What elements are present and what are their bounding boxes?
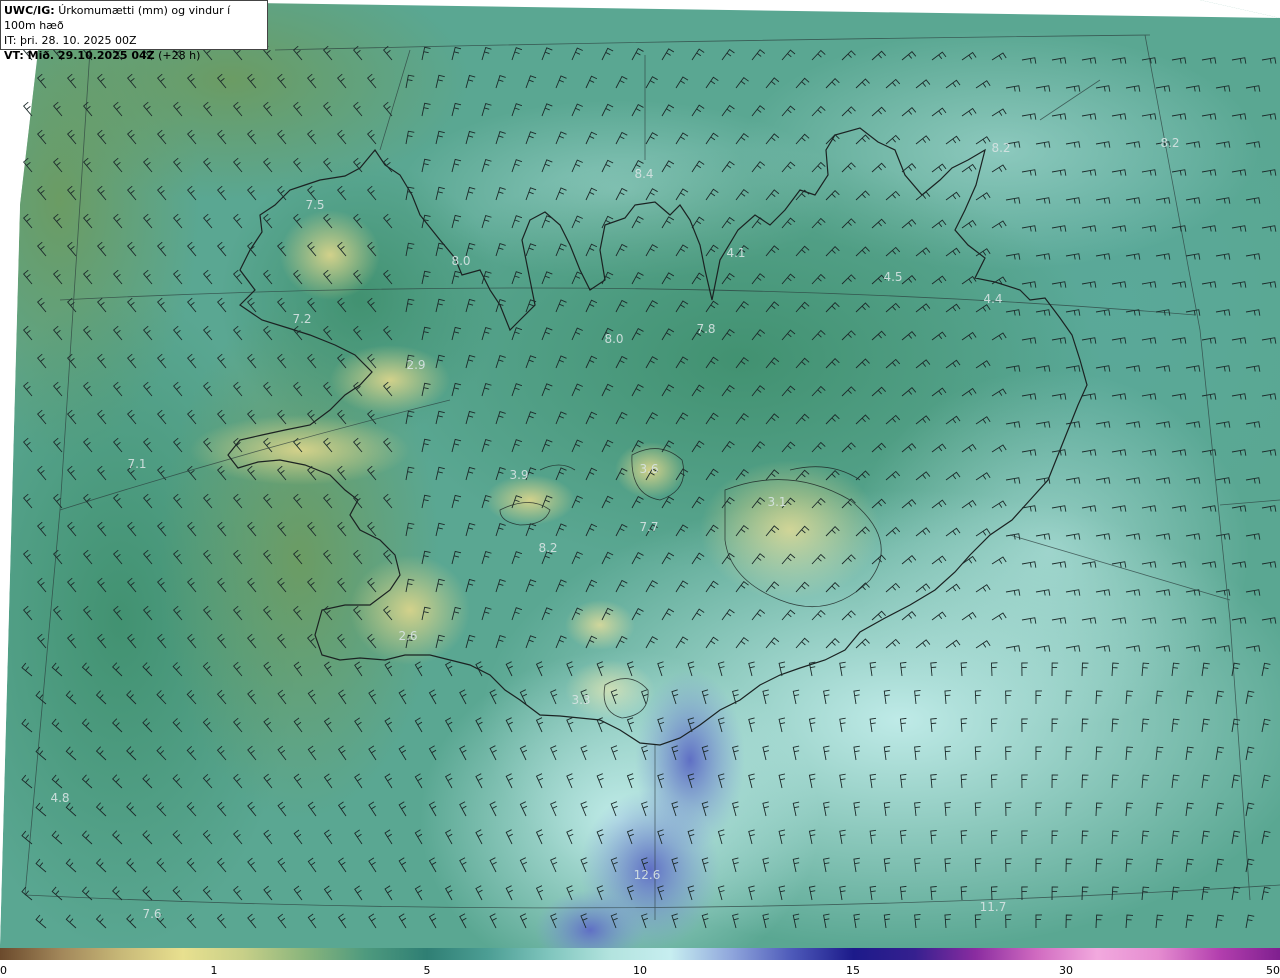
issue-time: IT: þri. 28. 10. 2025 00Z — [4, 34, 137, 47]
precip-value-label: 4.1 — [726, 246, 745, 260]
precip-value-label: 8.4 — [634, 167, 653, 181]
precip-value-label: 11.7 — [980, 900, 1007, 914]
colorbar-tick: 15 — [846, 964, 860, 977]
colorbar-strip — [0, 948, 1280, 960]
colorbar-tick: 5 — [423, 964, 431, 977]
precip-value-label: 3.6 — [639, 462, 658, 476]
precip-value-label: 4.5 — [883, 270, 902, 284]
precip-value-label: 3.9 — [509, 468, 528, 482]
precip-value-label: 7.2 — [292, 312, 311, 326]
precip-value-label: 7.8 — [696, 322, 715, 336]
valid-time: VT: Mið. 29.10.2025 04Z — [4, 49, 155, 62]
precip-value-label: 7.7 — [639, 520, 658, 534]
precip-value-label: 8.2 — [991, 141, 1010, 155]
wind-barb — [23, 101, 33, 117]
precip-value-label: 12.6 — [634, 868, 661, 882]
model-label: UWC/IG: — [4, 4, 55, 17]
precip-value-label: 2.9 — [406, 358, 425, 372]
precip-value-label: 8.2 — [538, 541, 557, 555]
precip-value-label: 4.4 — [983, 292, 1002, 306]
colorbar-tick: 10 — [633, 964, 647, 977]
precip-value-label: 8.0 — [451, 254, 470, 268]
colorbar-tick: 50 — [1266, 964, 1280, 977]
valid-time-line: VT: Mið. 29.10.2025 04Z (+28 h) — [4, 48, 264, 63]
precip-value-label: 3.3 — [571, 693, 590, 707]
colorbar-tick: 1 — [210, 964, 218, 977]
precip-value-label: 3.1 — [767, 495, 786, 509]
lead-time: (+28 h) — [158, 49, 201, 62]
precip-value-label: 4.8 — [50, 791, 69, 805]
colorbar-legend: 0 1 5 10 15 30 50 — [0, 948, 1280, 978]
colorbar-tick: 0 — [0, 964, 7, 977]
forecast-map: 7.5 8.0 8.4 4.1 4.5 4.4 8.2 8.2 7.2 8.0 7.8 2.9 7.1 3… — [0, 0, 1280, 948]
precip-value-label: 7.1 — [127, 457, 146, 471]
precip-value-label: 8.0 — [604, 332, 623, 346]
precip-value-label: 2.6 — [398, 629, 417, 643]
precip-value-label: 8.2 — [1160, 136, 1179, 150]
colorbar-tick: 30 — [1059, 964, 1073, 977]
precip-value-label: 7.5 — [305, 198, 324, 212]
title-line: UWC/IG: Úrkomumætti (mm) og vindur í 100… — [4, 3, 264, 33]
map-info-box: UWC/IG: Úrkomumætti (mm) og vindur í 100… — [0, 0, 268, 62]
precip-value-label: 7.6 — [142, 907, 161, 921]
